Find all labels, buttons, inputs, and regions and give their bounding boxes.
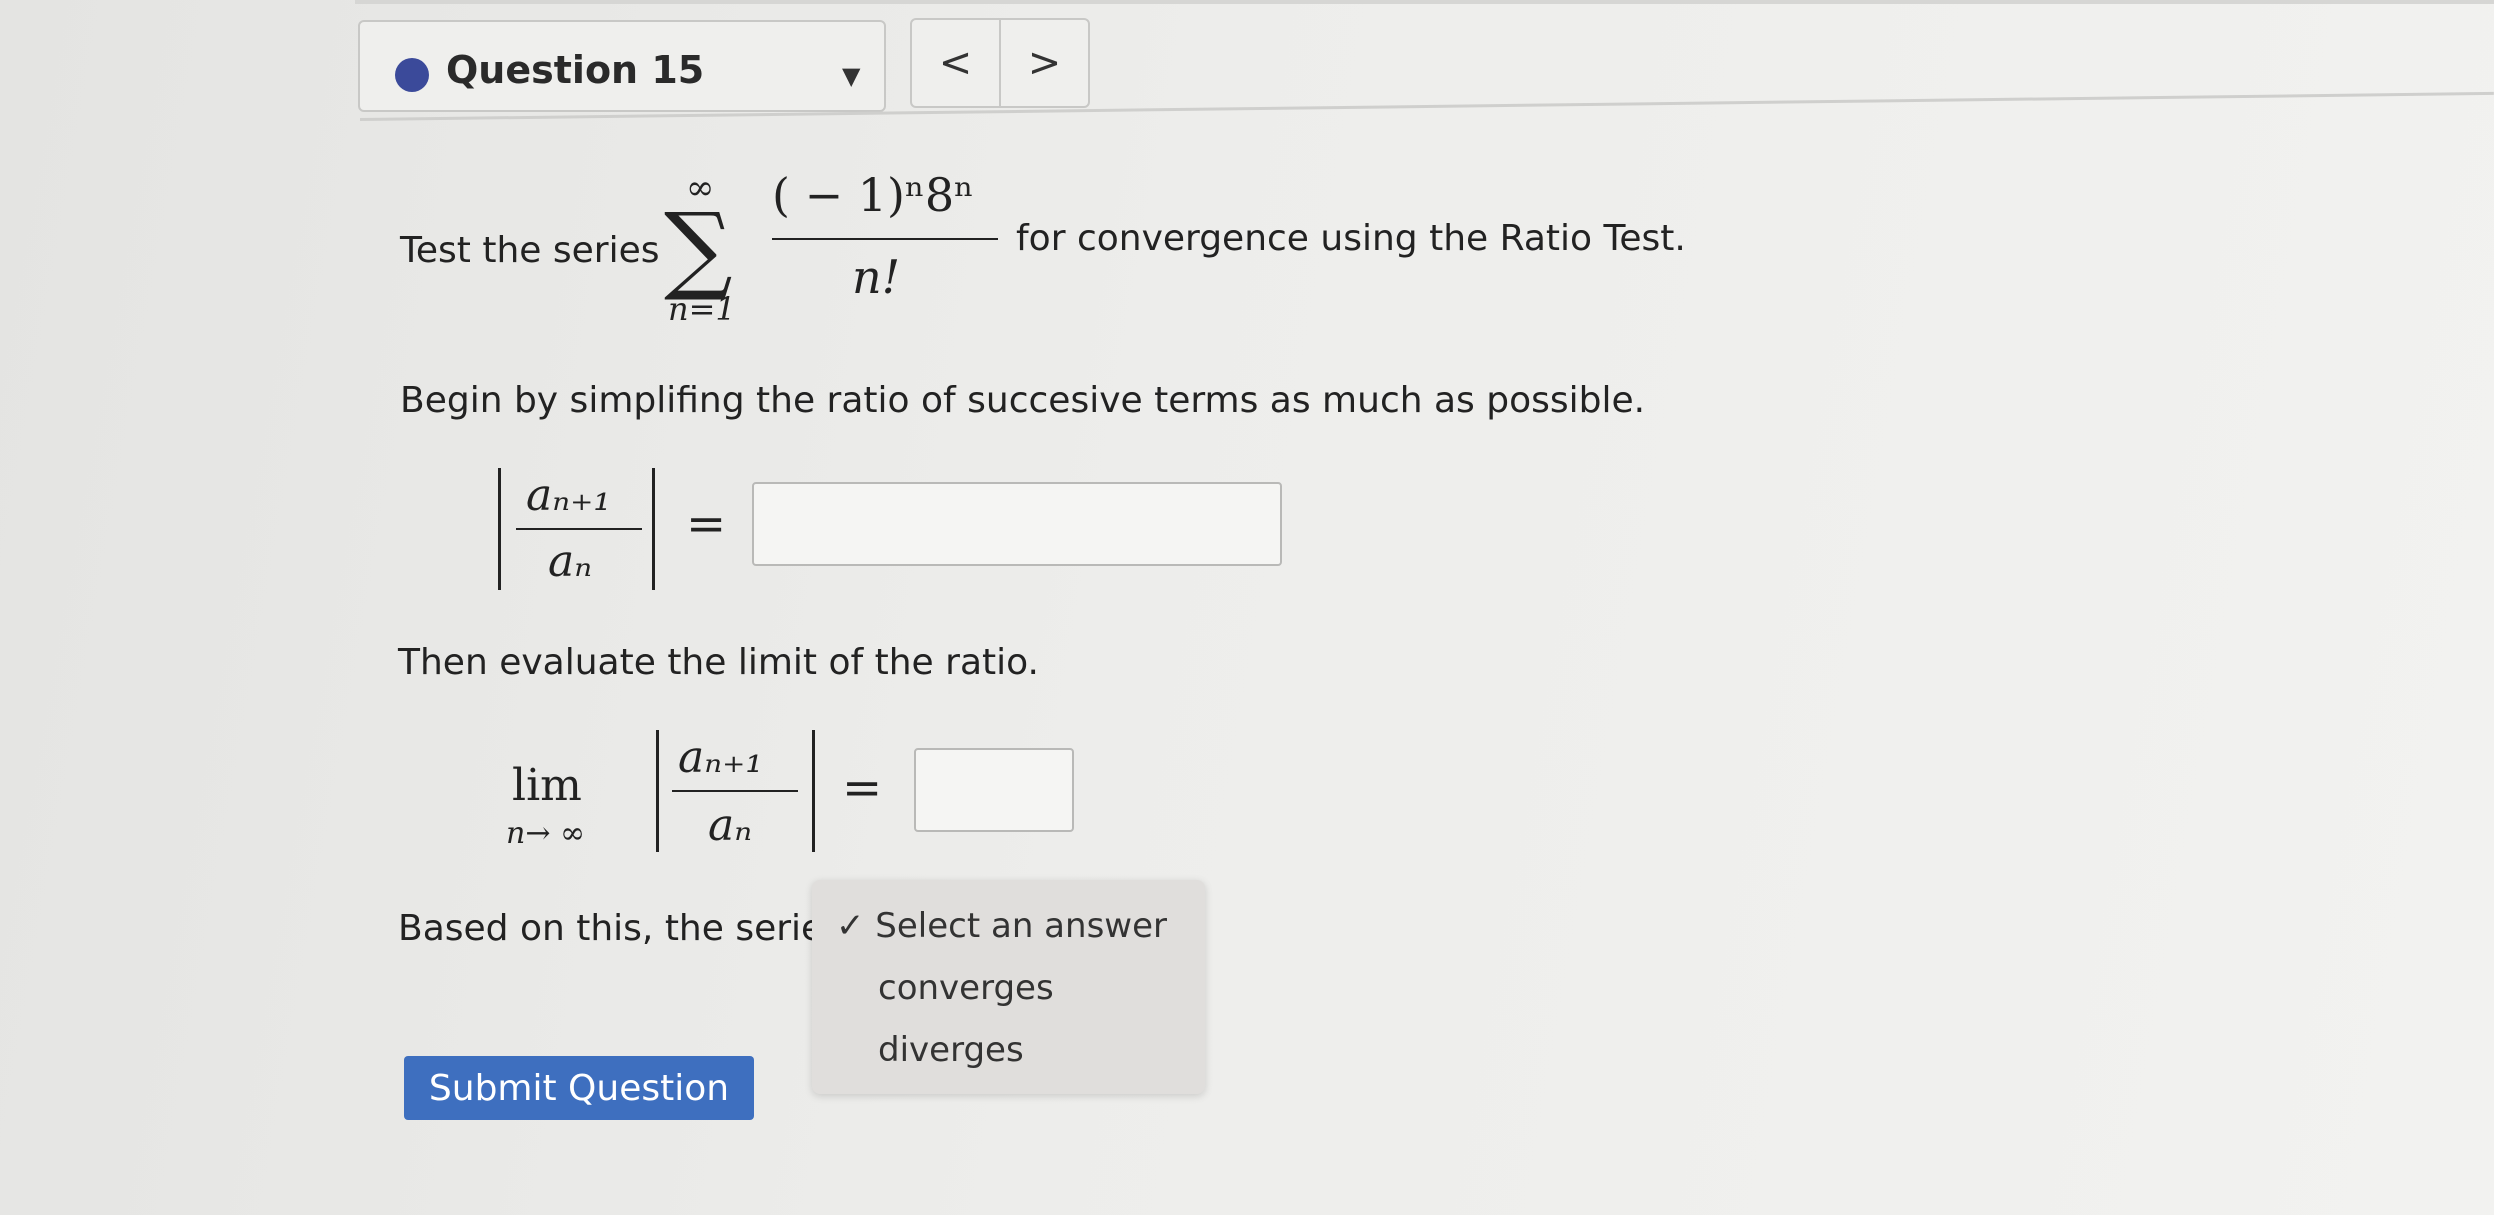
abs-bar-left-2 (656, 730, 659, 852)
limit-ratio-denominator: aₙ (708, 800, 753, 851)
series-fraction-bar (772, 238, 998, 240)
limit-subscript: n→ ∞ (506, 816, 585, 851)
equals-sign-2: = (842, 760, 883, 816)
series-denominator: n! (852, 250, 901, 304)
abs-bar-left (498, 468, 501, 590)
question-nav: < > (910, 18, 1090, 108)
step1-instruction: Begin by simplifing the ratio of succesi… (400, 380, 1646, 421)
prev-question-button[interactable]: < (912, 20, 999, 106)
conclusion-text: Based on this, the serie: (398, 908, 836, 949)
equals-sign: = (686, 496, 727, 552)
question-label: Question 15 (446, 48, 705, 92)
abs-bar-right (652, 468, 655, 590)
dropdown-option-converges[interactable]: converges (878, 968, 1054, 1008)
sum-lower-limit: n=1 (668, 290, 736, 328)
dropdown-option-diverges[interactable]: diverges (878, 1030, 1024, 1070)
sigma-symbol: ∑ (664, 192, 733, 304)
series-numerator: ( − 1)ⁿ8ⁿ (772, 168, 975, 222)
limit-ratio-numerator: aₙ₊₁ (678, 732, 763, 783)
submit-question-button[interactable]: Submit Question (404, 1056, 754, 1120)
chevron-down-icon: ▼ (842, 62, 861, 90)
step2-instruction: Then evaluate the limit of the ratio. (398, 642, 1039, 683)
prompt-after: for convergence using the Ratio Test. (1016, 218, 1686, 259)
ratio-numerator: aₙ₊₁ (526, 470, 611, 521)
convergence-dropdown[interactable]: ✓ Select an answer converges diverges (812, 880, 1205, 1094)
status-dot-icon (395, 58, 429, 92)
dropdown-option-select[interactable]: ✓ Select an answer (836, 906, 1167, 946)
question-selector[interactable]: Question 15 ▼ (358, 20, 886, 112)
ratio-fraction-bar (516, 528, 642, 530)
abs-bar-right-2 (812, 730, 815, 852)
prompt-before: Test the series (400, 230, 660, 271)
ratio-denominator: aₙ (548, 536, 593, 587)
next-question-button[interactable]: > (999, 20, 1088, 106)
limit-ratio-fraction-bar (672, 790, 798, 792)
limit-label: lim (512, 760, 582, 811)
top-divider (355, 0, 2494, 4)
sum-upper-limit: ∞ (686, 168, 715, 208)
ratio-answer-input[interactable] (752, 482, 1282, 566)
limit-answer-input[interactable] (914, 748, 1074, 832)
